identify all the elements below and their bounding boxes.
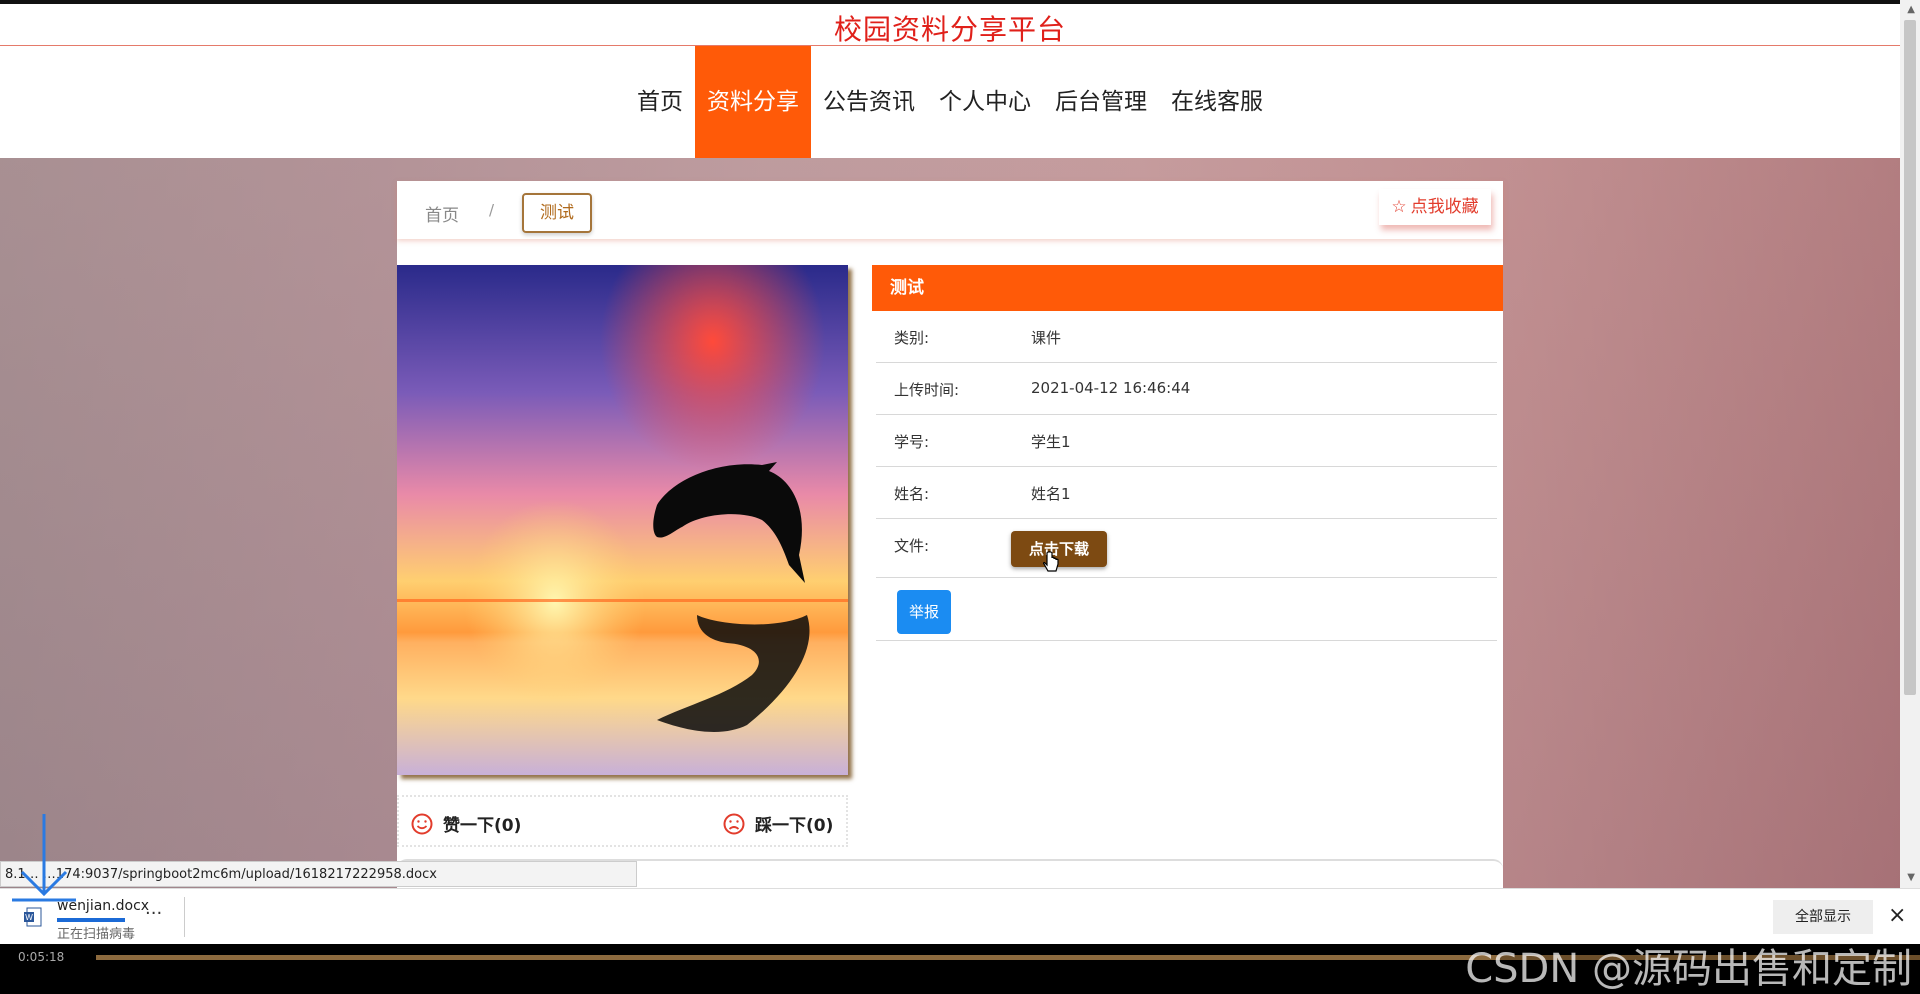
star-outline-icon: ☆ (1391, 197, 1407, 217)
download-status: 正在扫描病毒 (57, 927, 136, 942)
detail-content-panel: 首页 / 测试 ☆ 点我收藏 赞一下(0) 踩一下(0) 测试 类别: 课件 上… (397, 181, 1503, 890)
nav-item-resource-share[interactable]: 资料分享 (695, 46, 811, 158)
download-progress (57, 918, 125, 922)
nav-item-personal-center[interactable]: 个人中心 (927, 46, 1043, 158)
like-label: 赞一下(0) (443, 816, 522, 836)
download-arrow-icon (12, 814, 76, 902)
like-button[interactable]: 赞一下(0) (411, 811, 521, 836)
scroll-thumb[interactable] (1904, 20, 1916, 695)
detail-row-report: 举报 (876, 578, 1497, 641)
sad-face-icon (723, 813, 745, 834)
site-title: 校园资料分享平台 (833, 13, 1066, 46)
detail-value: 2021-04-12 16:46:44 (1031, 379, 1191, 397)
divider (184, 897, 185, 937)
more-options-icon[interactable]: ... (145, 898, 162, 919)
nav-item-news[interactable]: 公告资讯 (811, 46, 927, 158)
site-header: 校园资料分享平台 首页 资料分享 公告资讯 个人中心 后台管理 在线客服 (0, 4, 1900, 158)
dolphin-sunset-image (397, 265, 848, 775)
video-time: 0:05:18 (18, 950, 65, 964)
detail-row-name: 姓名: 姓名1 (876, 467, 1497, 519)
detail-row-category: 类别: 课件 (876, 311, 1497, 363)
smile-face-icon (411, 813, 433, 834)
dislike-label: 踩一下(0) (755, 816, 834, 836)
favorite-label: 点我收藏 (1410, 197, 1479, 217)
nav-item-online-service[interactable]: 在线客服 (1159, 46, 1275, 158)
detail-row-file: 文件: 点击下载 (876, 519, 1497, 578)
detail-key: 上传时间: (894, 381, 960, 399)
hand-cursor-icon (1042, 551, 1059, 572)
nav-item-admin[interactable]: 后台管理 (1043, 46, 1159, 158)
detail-key: 类别: (894, 329, 930, 347)
detail-value: 课件 (1031, 329, 1062, 347)
status-url: 8.1… …174:9037/springboot2mc6m/upload/16… (0, 861, 637, 887)
detail-title: 测试 (872, 265, 1503, 311)
svg-text:W: W (25, 913, 33, 922)
close-icon[interactable]: × (1888, 903, 1906, 928)
detail-key: 姓名: (894, 485, 930, 503)
nav-item-home[interactable]: 首页 (625, 46, 695, 158)
watermark: CSDN @源码出售和定制 (1465, 946, 1912, 992)
detail-key: 文件: (894, 537, 930, 555)
detail-value: 学生1 (1031, 433, 1071, 451)
vote-area: 赞一下(0) 踩一下(0) (397, 795, 848, 847)
breadcrumb: 首页 / 测试 ☆ 点我收藏 (397, 181, 1503, 239)
favorite-button[interactable]: ☆ 点我收藏 (1379, 189, 1491, 225)
video-progress-played (96, 955, 1501, 960)
scrollbar[interactable]: ▲ ▼ (1900, 0, 1920, 888)
scroll-up-icon[interactable]: ▲ (1907, 4, 1915, 15)
detail-row-upload-time: 上传时间: 2021-04-12 16:46:44 (876, 363, 1497, 415)
dislike-button[interactable]: 踩一下(0) (723, 811, 833, 836)
show-all-button[interactable]: 全部显示 (1773, 900, 1873, 934)
main-nav: 首页 资料分享 公告资讯 个人中心 后台管理 在线客服 (0, 46, 1900, 158)
report-button[interactable]: 举报 (897, 590, 951, 634)
detail-row-student-id: 学号: 学生1 (876, 415, 1497, 467)
scroll-down-icon[interactable]: ▼ (1907, 872, 1915, 883)
detail-value: 姓名1 (1031, 485, 1071, 503)
resource-detail-panel: 测试 类别: 课件 上传时间: 2021-04-12 16:46:44 学号: … (872, 265, 1503, 641)
breadcrumb-separator: / (489, 201, 495, 219)
breadcrumb-home[interactable]: 首页 (425, 201, 459, 226)
word-document-icon: W (24, 907, 42, 927)
resource-cover-image (397, 265, 848, 775)
detail-key: 学号: (894, 433, 930, 451)
breadcrumb-current: 测试 (522, 193, 592, 233)
